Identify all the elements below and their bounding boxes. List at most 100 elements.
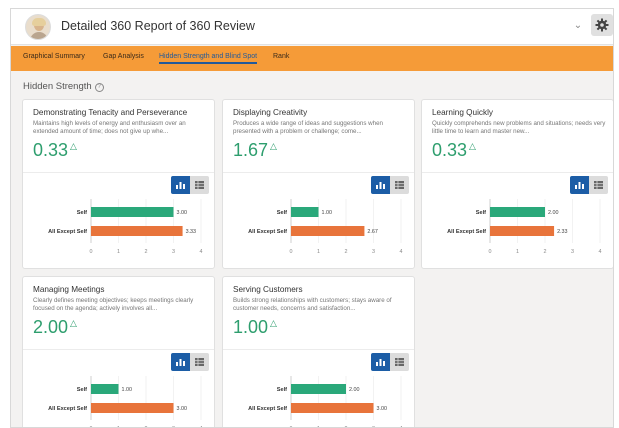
table-view-button[interactable] [190, 176, 209, 194]
table-icon [395, 181, 404, 189]
page-title: Detailed 360 Report of 360 Review [61, 19, 255, 33]
tick-label: 4 [599, 249, 602, 255]
card-score: 0.33 △ [33, 140, 77, 161]
bar-chart: Self 1.00 All Except Self 2.67 0 1 2 3 4 [248, 199, 403, 255]
card-description: Produces a wide range of ideas and sugge… [233, 120, 383, 135]
competency-card: Serving Customers Builds strong relations… [222, 276, 416, 427]
triangle-icon: △ [70, 141, 77, 151]
bar-chart-icon [575, 182, 584, 189]
table-view-button[interactable] [390, 353, 409, 371]
triangle-icon: △ [70, 318, 77, 328]
chart-view-button[interactable] [371, 353, 390, 371]
table-view-button[interactable] [589, 176, 608, 194]
value-label: 3.00 [177, 406, 188, 412]
score-value: 2.00 [33, 317, 69, 337]
card-score: 1.67 △ [233, 140, 277, 161]
chart-view-button[interactable] [570, 176, 589, 194]
value-label: 3.00 [377, 406, 388, 412]
table-view-button[interactable] [190, 353, 209, 371]
card-description: Builds strong relationships with custome… [233, 297, 392, 312]
tick-label: 4 [200, 249, 203, 255]
section-title-text: Hidden Strength [23, 81, 92, 92]
category-label: All Except Self [248, 229, 287, 235]
bar-chart-icon [176, 182, 185, 189]
avatar [25, 14, 51, 40]
chart-view-button[interactable] [171, 176, 190, 194]
score-value: 0.33 [432, 140, 468, 160]
tab-gap-analysis[interactable]: Gap Analysis [103, 53, 144, 60]
category-label: Self [77, 387, 87, 393]
value-label: 1.00 [322, 210, 333, 216]
score-chart: Self 2.00 All Except Self 2.33 0 1 2 3 4 [422, 197, 613, 267]
tick-label: 3 [372, 249, 375, 255]
tab-rank[interactable]: Rank [273, 53, 289, 60]
bar-chart: Self1.00All Except Self3.0001234 [48, 376, 203, 427]
triangle-icon: △ [270, 318, 277, 328]
chevron-down-icon[interactable]: ⌄ [569, 17, 587, 35]
score-chart: Self 3.00 All Except Self 3.33 0 1 2 3 4 [23, 197, 216, 267]
card-title: Serving Customers [233, 285, 303, 294]
triangle-icon: △ [270, 141, 277, 151]
card-title: Managing Meetings [33, 285, 105, 294]
chart-bar [291, 403, 374, 413]
category-label: Self [77, 210, 87, 216]
card-score: 1.00 △ [233, 317, 277, 338]
bar-chart: Self 3.00 All Except Self 3.33 0 1 2 3 4 [48, 199, 203, 255]
value-label: 3.33 [186, 229, 197, 235]
competency-card: Managing Meetings Clearly defines meeting… [22, 276, 216, 427]
divider [223, 349, 414, 350]
value-label: 2.00 [349, 387, 360, 393]
tab-hidden-strength-blind-spot[interactable]: Hidden Strength and Blind Spot [159, 53, 258, 64]
score-chart: Self2.00All Except Self3.0001234 [223, 374, 416, 427]
card-score: 2.00 △ [33, 317, 77, 338]
bar-chart: Self 2.00 All Except Self 2.33 0 1 2 3 4 [447, 199, 602, 255]
chart-bar [291, 226, 365, 236]
tab-graphical-summary[interactable]: Graphical Summary [23, 53, 85, 60]
table-view-button[interactable] [390, 176, 409, 194]
divider [223, 172, 414, 173]
value-label: 3.00 [177, 210, 188, 216]
category-label: All Except Self [48, 406, 87, 412]
tick-label: 3 [571, 249, 574, 255]
chart-bar [490, 207, 545, 217]
bar-chart-icon [376, 182, 385, 189]
category-label: Self [277, 210, 287, 216]
card-description: Clearly defines meeting objectives; keep… [33, 297, 194, 312]
tick-label: 1 [117, 249, 120, 255]
settings-button[interactable] [591, 14, 613, 36]
category-label: All Except Self [248, 406, 287, 412]
card-title: Displaying Creativity [233, 108, 308, 117]
report-window: Detailed 360 Report of 360 Review ⌄ Grap… [10, 8, 614, 428]
card-description: Quickly comprehends new problems and sit… [432, 120, 606, 135]
tick-label: 4 [400, 249, 403, 255]
competency-card: Displaying Creativity Produces a wide ran… [222, 99, 415, 269]
tick-label: 0 [290, 249, 293, 255]
info-icon[interactable]: ? [94, 83, 104, 92]
chart-bar [291, 207, 319, 217]
triangle-icon: △ [469, 141, 476, 151]
section-title: Hidden Strength? [23, 81, 104, 92]
view-toggle [171, 353, 209, 371]
tab-bar: Graphical Summary Gap Analysis Hidden St… [11, 46, 613, 71]
value-label: 2.00 [548, 210, 559, 216]
chart-view-button[interactable] [171, 353, 190, 371]
table-icon [195, 181, 204, 189]
divider [422, 172, 613, 173]
divider [23, 172, 214, 173]
chart-bar [91, 384, 119, 394]
category-label: Self [476, 210, 486, 216]
header-bar: Detailed 360 Report of 360 Review ⌄ [11, 9, 613, 45]
tick-label: 2 [345, 249, 348, 255]
chart-bar [291, 384, 346, 394]
value-label: 2.33 [557, 229, 568, 235]
view-toggle [570, 176, 608, 194]
chart-view-button[interactable] [371, 176, 390, 194]
score-chart: Self1.00All Except Self3.0001234 [23, 374, 216, 427]
view-toggle [371, 353, 409, 371]
score-value: 1.67 [233, 140, 269, 160]
table-icon [395, 358, 404, 366]
divider [23, 349, 214, 350]
gear-icon [595, 18, 609, 32]
bar-chart-icon [376, 359, 385, 366]
value-label: 2.67 [367, 229, 378, 235]
